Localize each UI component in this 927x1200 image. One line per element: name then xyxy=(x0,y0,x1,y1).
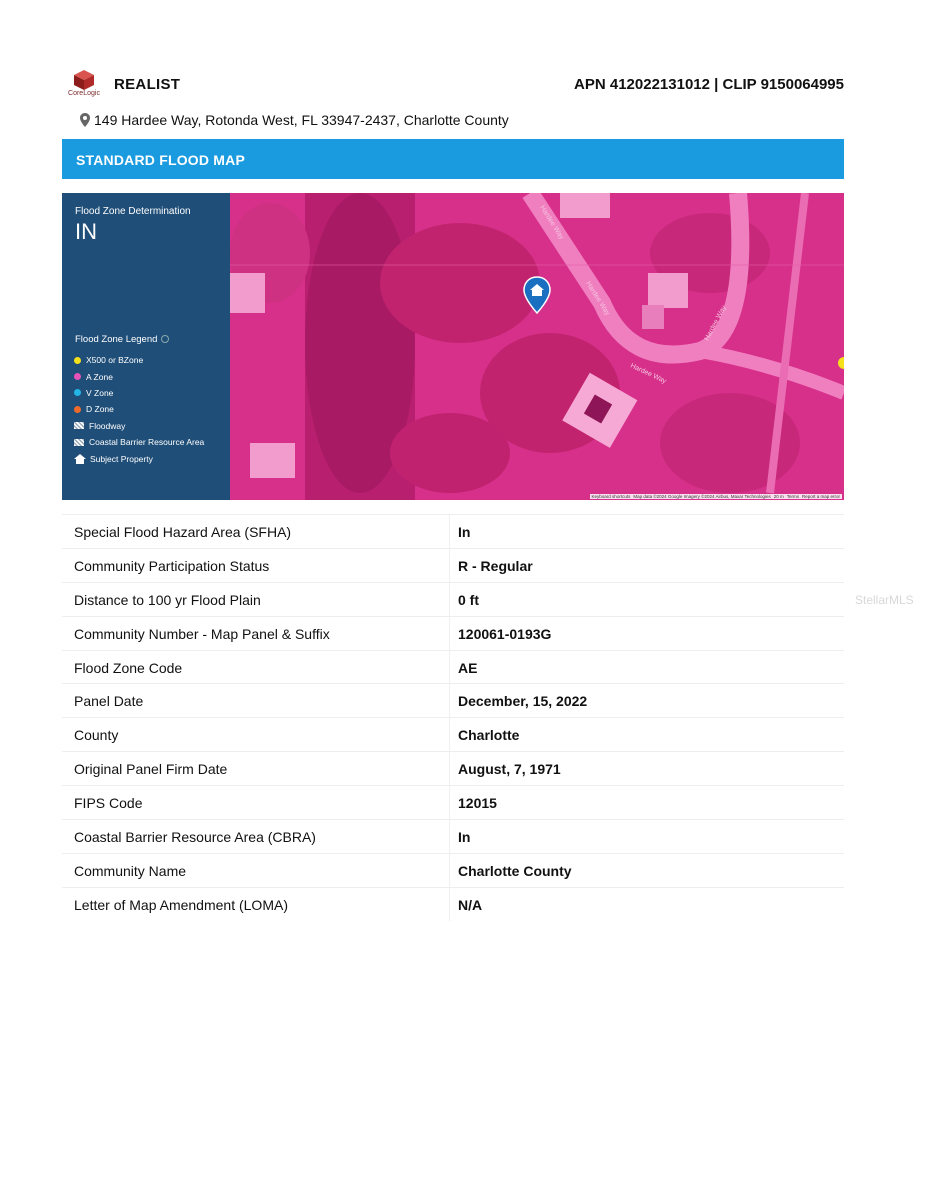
row-label: Community Participation Status xyxy=(74,557,270,574)
hatch-icon xyxy=(74,422,84,430)
row-label: Letter of Map Amendment (LOMA) xyxy=(74,896,288,913)
flood-map: Flood Zone Determination IN Flood Zone L… xyxy=(62,193,844,500)
satellite-map[interactable]: Hardee Way Hardee Way Hardee Way Hardee … xyxy=(230,193,844,500)
row-value: R - Regular xyxy=(458,557,533,574)
table-row: Community Name Charlotte County xyxy=(62,852,844,887)
property-address: 149 Hardee Way, Rotonda West, FL 33947-2… xyxy=(80,112,509,128)
legend-item: Coastal Barrier Resource Area xyxy=(74,434,204,450)
brand-name: REALIST xyxy=(114,76,181,93)
row-value: December, 15, 2022 xyxy=(458,693,588,710)
flood-details-table: Special Flood Hazard Area (SFHA) In Commu… xyxy=(62,514,844,921)
table-row: Coastal Barrier Resource Area (CBRA) In xyxy=(62,819,844,853)
keyboard-shortcuts-link[interactable]: Keyboard shortcuts xyxy=(592,494,631,499)
terms-link[interactable]: Terms xyxy=(787,494,799,499)
map-data-credit: Map data ©2024 Google Imagery ©2024 Airb… xyxy=(633,494,771,499)
row-value: 0 ft xyxy=(458,591,479,608)
row-label: Community Name xyxy=(74,862,187,879)
legend-title: Flood Zone Legend xyxy=(75,334,170,345)
section-banner: STANDARD FLOOD MAP xyxy=(62,139,844,179)
table-row: Original Panel Firm Date August, 7, 1971 xyxy=(62,751,844,785)
report-header: CoreLogic REALIST APN 412022131012 | CLI… xyxy=(62,66,844,102)
table-row: Distance to 100 yr Flood Plain 0 ft xyxy=(62,581,844,616)
row-value: August, 7, 1971 xyxy=(458,761,561,778)
map-imagery[interactable]: Hardee Way Hardee Way Hardee Way Hardee … xyxy=(230,193,844,500)
yellow-dot-icon xyxy=(74,356,81,364)
apn-clip: APN 412022131012 | CLIP 9150064995 xyxy=(574,76,844,93)
legend-item: A Zone xyxy=(74,368,204,384)
map-side-panel: Flood Zone Determination IN Flood Zone L… xyxy=(62,193,230,500)
legend-item: Subject Property xyxy=(74,450,204,466)
row-label: Coastal Barrier Resource Area (CBRA) xyxy=(74,829,316,846)
table-row: Special Flood Hazard Area (SFHA) In xyxy=(62,514,844,548)
cyan-dot-icon xyxy=(74,389,81,397)
legend-item: Floodway xyxy=(74,418,204,434)
row-label: Community Number - Map Panel & Suffix xyxy=(74,625,330,642)
pink-dot-icon xyxy=(74,373,81,381)
flood-zone-determination-label: Flood Zone Determination xyxy=(75,206,191,217)
row-label: Original Panel Firm Date xyxy=(74,761,228,778)
table-row: FIPS Code 12015 xyxy=(62,785,844,819)
house-icon xyxy=(74,453,86,464)
address-text: 149 Hardee Way, Rotonda West, FL 33947-2… xyxy=(94,112,509,128)
row-label: County xyxy=(74,727,119,744)
table-row: Community Number - Map Panel & Suffix 120… xyxy=(62,615,844,650)
row-value: 120061-0193G xyxy=(458,625,552,642)
logo-text: CoreLogic xyxy=(68,90,100,97)
flood-zone-legend: X500 or BZone A Zone V Zone D Zone Flood… xyxy=(74,352,204,467)
map-scale: 20 m xyxy=(773,494,784,499)
orange-dot-icon xyxy=(74,405,81,413)
flood-zone-determination-value: IN xyxy=(75,219,97,244)
row-label: Distance to 100 yr Flood Plain xyxy=(74,591,261,608)
table-row: Community Participation Status R - Regula… xyxy=(62,547,844,582)
table-row: Letter of Map Amendment (LOMA) N/A xyxy=(62,886,844,921)
report-map-error-link[interactable]: Report a map error xyxy=(802,494,840,499)
map-attribution: Keyboard shortcuts Map data ©2024 Google… xyxy=(589,494,842,499)
row-label: FIPS Code xyxy=(74,795,143,812)
row-value: 12015 xyxy=(458,795,497,812)
row-label: Special Flood Hazard Area (SFHA) xyxy=(74,524,292,540)
row-value: Charlotte xyxy=(458,727,520,744)
row-label: Flood Zone Code xyxy=(74,659,183,676)
row-value: Charlotte County xyxy=(458,862,572,879)
watermark: StellarMLS xyxy=(855,593,914,607)
row-value: In xyxy=(458,524,471,540)
legend-item: X500 or BZone xyxy=(74,352,204,368)
row-value: In xyxy=(458,829,471,846)
table-row: Flood Zone Code AE xyxy=(62,649,844,684)
row-label: Panel Date xyxy=(74,693,144,710)
legend-item: V Zone xyxy=(74,385,204,401)
table-row: County Charlotte xyxy=(62,717,844,751)
table-row: Panel Date December, 15, 2022 xyxy=(62,683,844,717)
location-pin-icon xyxy=(80,113,90,127)
row-value: AE xyxy=(458,659,478,676)
row-value: N/A xyxy=(458,896,483,913)
banner-title: STANDARD FLOOD MAP xyxy=(76,152,245,168)
hatch-icon xyxy=(74,438,84,446)
info-icon[interactable] xyxy=(161,335,170,344)
legend-item: D Zone xyxy=(74,401,204,417)
